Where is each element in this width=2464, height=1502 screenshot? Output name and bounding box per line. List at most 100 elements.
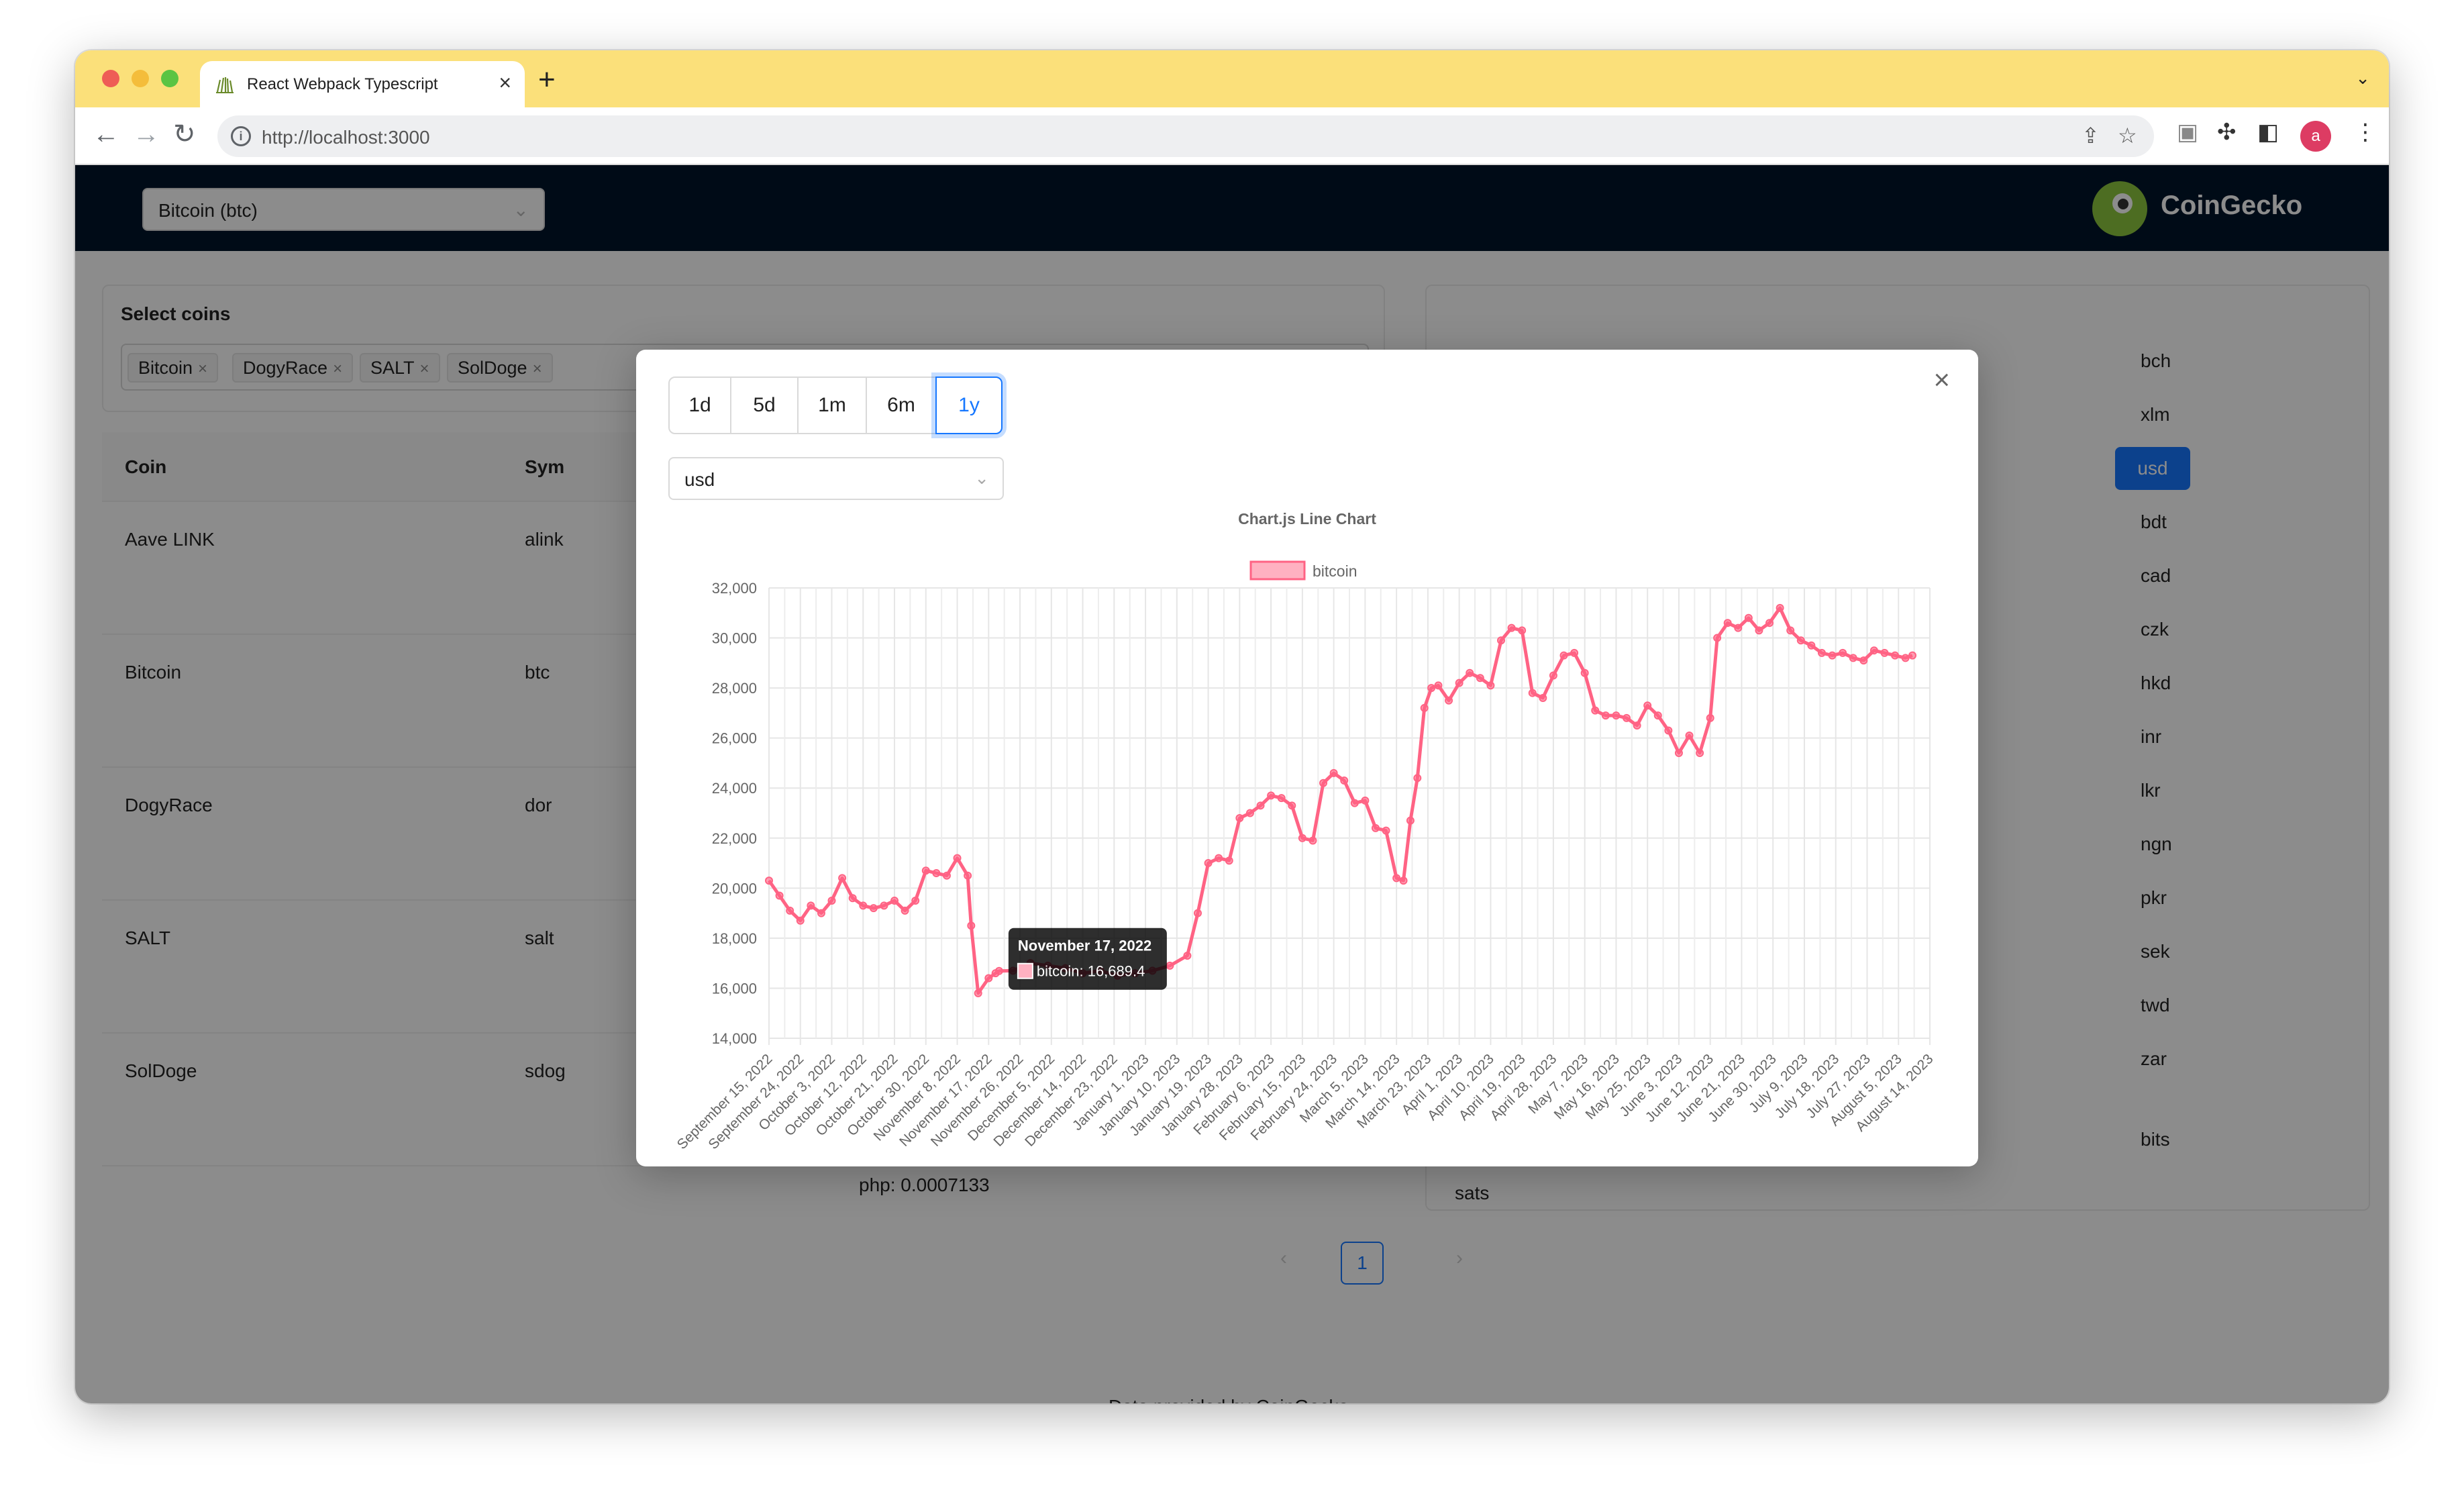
data-point[interactable] [1786,626,1795,635]
data-point[interactable] [1413,774,1422,783]
data-point[interactable] [1744,613,1753,622]
data-point[interactable] [1204,859,1213,868]
data-point[interactable] [1256,801,1265,810]
data-point[interactable] [1166,961,1174,970]
data-point[interactable] [942,871,951,880]
minimize-window-button[interactable] [132,70,149,87]
forward-arrow-icon[interactable]: → [133,121,160,148]
data-point[interactable] [1696,749,1704,758]
data-point[interactable] [1612,711,1621,720]
data-point[interactable] [1235,813,1244,822]
data-point[interactable] [1765,619,1774,628]
data-point[interactable] [1901,654,1910,662]
data-point[interactable] [1601,711,1610,720]
data-point[interactable] [1382,826,1390,835]
data-point[interactable] [964,871,972,880]
data-point[interactable] [1849,654,1857,662]
data-point[interactable] [1319,779,1328,787]
data-point[interactable] [1267,791,1276,800]
data-point[interactable] [817,909,825,917]
side-panel-icon[interactable]: ◧ [2257,121,2279,144]
browser-menu-icon[interactable]: ⋮ [2354,121,2377,144]
data-point[interactable] [1194,909,1202,917]
data-point[interactable] [974,989,982,997]
data-point[interactable] [1427,684,1436,693]
data-point[interactable] [1308,836,1317,845]
data-point[interactable] [1455,679,1464,687]
data-point[interactable] [1664,726,1673,735]
back-arrow-icon[interactable]: ← [93,121,119,148]
data-point[interactable] [1298,834,1306,842]
data-point[interactable] [827,896,836,905]
data-point[interactable] [1674,749,1683,758]
data-point[interactable] [1633,721,1641,730]
data-point[interactable] [1215,854,1223,862]
data-point[interactable] [1288,801,1296,810]
data-point[interactable] [1277,794,1286,803]
data-point[interactable] [1434,681,1443,690]
data-point[interactable] [967,921,976,930]
data-point[interactable] [1643,701,1652,710]
data-point[interactable] [848,894,857,903]
data-point[interactable] [1340,777,1349,785]
legend-label-bitcoin[interactable]: bitcoin [1313,562,1357,580]
data-point[interactable] [1507,623,1516,632]
data-point[interactable] [921,866,930,875]
data-point[interactable] [901,906,909,915]
data-point[interactable] [1807,641,1816,650]
data-point[interactable] [1570,648,1579,657]
data-point[interactable] [796,916,805,925]
tab-close-icon[interactable]: × [499,72,511,93]
data-point[interactable] [1869,646,1878,655]
data-point[interactable] [1580,668,1589,677]
data-point[interactable] [1828,651,1837,660]
data-point[interactable] [1371,823,1380,832]
data-point[interactable] [1880,648,1889,657]
data-point[interactable] [1392,874,1401,883]
range-button-1y[interactable]: 1y [935,377,1003,434]
data-point[interactable] [1723,619,1732,628]
data-point[interactable] [994,966,1003,975]
data-point[interactable] [1245,809,1254,817]
close-window-button[interactable] [102,70,119,87]
data-point[interactable] [1486,681,1495,690]
data-point[interactable] [1225,856,1233,865]
data-point[interactable] [1706,713,1714,722]
data-point[interactable] [1755,626,1763,635]
browser-tab[interactable]: React Webpack Typescript × [200,61,525,107]
maximize-window-button[interactable] [161,70,178,87]
data-point[interactable] [1518,626,1527,635]
data-point[interactable] [859,901,868,910]
data-point[interactable] [1466,668,1474,677]
bookmark-star-icon[interactable]: ☆ [2118,125,2137,146]
data-point[interactable] [911,896,920,905]
data-point[interactable] [765,877,773,885]
data-point[interactable] [880,901,888,910]
data-point[interactable] [1549,671,1557,680]
data-point[interactable] [1399,877,1408,885]
data-point[interactable] [1776,603,1784,612]
data-point[interactable] [1350,799,1359,807]
data-point[interactable] [1796,636,1805,645]
data-point[interactable] [1623,713,1631,722]
data-point[interactable] [1713,634,1722,642]
data-point[interactable] [1653,711,1662,720]
profile-avatar[interactable]: a [2300,121,2331,152]
reload-icon[interactable]: ↻ [173,121,196,148]
data-point[interactable] [1329,768,1338,777]
data-point[interactable] [1539,694,1547,703]
data-point[interactable] [1528,689,1537,697]
data-point[interactable] [1559,651,1568,660]
data-point[interactable] [838,874,847,883]
data-point[interactable] [890,896,899,905]
share-icon[interactable]: ⇪ [2082,125,2100,146]
data-point[interactable] [1183,951,1192,960]
data-point[interactable] [1406,816,1415,825]
data-point[interactable] [1591,706,1600,715]
data-point[interactable] [1361,796,1370,805]
data-point[interactable] [1817,648,1826,657]
data-point[interactable] [953,854,962,862]
data-point[interactable] [1891,651,1900,660]
extension-reader-icon[interactable]: ▣ [2177,121,2198,144]
data-point[interactable] [1496,636,1505,645]
